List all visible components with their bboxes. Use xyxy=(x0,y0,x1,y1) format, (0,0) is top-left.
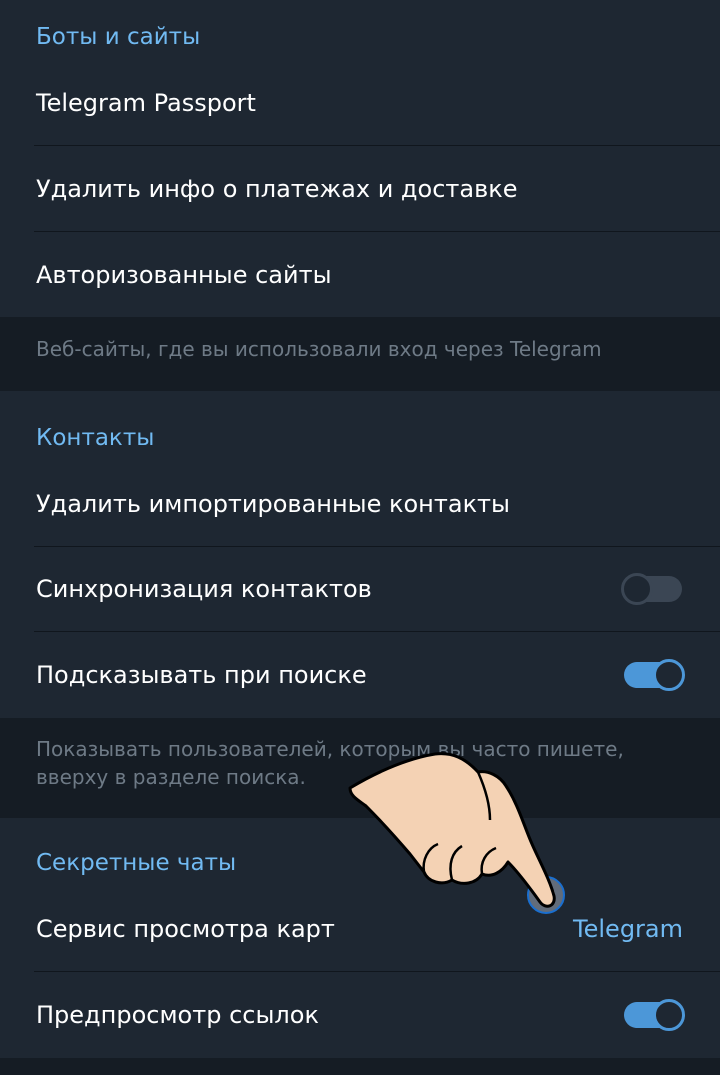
authorized-sites-item[interactable]: Авторизованные сайты xyxy=(0,232,720,318)
delete-payment-info-label: Удалить инфо о платежах и доставке xyxy=(36,175,518,203)
sync-contacts-label: Синхронизация контактов xyxy=(36,575,372,603)
search-suggestions-item[interactable]: Подсказывать при поиске xyxy=(0,632,720,718)
sync-contacts-item[interactable]: Синхронизация контактов xyxy=(0,546,720,632)
bots-section: Боты и сайты Telegram Passport Удалить и… xyxy=(0,0,720,317)
telegram-passport-item[interactable]: Telegram Passport xyxy=(0,60,720,146)
bots-info-text: Веб-сайты, где вы использовали вход чере… xyxy=(36,337,602,361)
map-service-value: Telegram xyxy=(573,915,683,943)
toggle-knob xyxy=(653,999,685,1031)
secret-chats-section-header: Секретные чаты xyxy=(36,850,237,876)
link-preview-toggle[interactable] xyxy=(624,999,685,1031)
search-suggestions-label: Подсказывать при поиске xyxy=(36,661,367,689)
sync-contacts-toggle[interactable] xyxy=(621,573,682,605)
map-service-label: Сервис просмотра карт xyxy=(36,915,335,943)
telegram-passport-label: Telegram Passport xyxy=(36,89,256,117)
delete-imported-contacts-label: Удалить импортированные контакты xyxy=(36,490,510,518)
link-preview-item[interactable]: Предпросмотр ссылок xyxy=(0,972,720,1058)
contacts-section: Контакты Удалить импортированные контакт… xyxy=(0,391,720,718)
toggle-knob xyxy=(621,573,653,605)
bots-section-header: Боты и сайты xyxy=(36,24,201,50)
link-preview-label: Предпросмотр ссылок xyxy=(36,1001,319,1029)
search-suggestions-toggle[interactable] xyxy=(624,659,685,691)
map-service-item[interactable]: Сервис просмотра карт Telegram xyxy=(0,886,720,972)
secret-chats-section: Секретные чаты Сервис просмотра карт Tel… xyxy=(0,818,720,1058)
contacts-info-panel: Показывать пользователей, которым вы час… xyxy=(0,718,720,818)
contacts-section-header: Контакты xyxy=(36,425,155,451)
bots-info-panel: Веб-сайты, где вы использовали вход чере… xyxy=(0,317,720,391)
delete-imported-contacts-item[interactable]: Удалить импортированные контакты xyxy=(0,461,720,547)
contacts-info-text: Показывать пользователей, которым вы час… xyxy=(36,737,624,789)
delete-payment-info-item[interactable]: Удалить инфо о платежах и доставке xyxy=(0,146,720,232)
toggle-knob xyxy=(653,659,685,691)
authorized-sites-label: Авторизованные сайты xyxy=(36,261,332,289)
